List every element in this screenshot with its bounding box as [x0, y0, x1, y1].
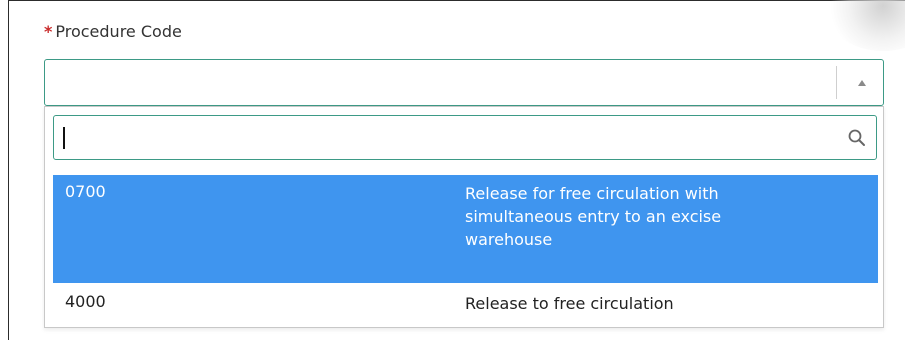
option-description: Release for free circulation with simult… [465, 184, 722, 249]
option-code: 0700 [65, 182, 106, 201]
select-divider [836, 66, 837, 99]
text-cursor [63, 127, 65, 149]
option-description: Release to free circulation [465, 294, 674, 313]
search-icon[interactable] [847, 128, 867, 148]
field-label-text: Procedure Code [55, 22, 182, 41]
option-code: 4000 [65, 292, 106, 311]
procedure-code-label: * Procedure Code [44, 22, 182, 41]
option-row[interactable]: 4000 Release to free circulation [53, 283, 878, 319]
caret-up-icon[interactable] [858, 80, 866, 86]
option-row[interactable]: 0700 Release for free circulation with s… [53, 175, 878, 283]
corner-shadow [823, 0, 905, 51]
required-asterisk: * [44, 22, 53, 41]
option-list: 0700 Release for free circulation with s… [53, 175, 878, 319]
dropdown-menu: 0700 Release for free circulation with s… [44, 106, 884, 328]
search-input[interactable] [60, 124, 844, 153]
procedure-code-select[interactable] [44, 59, 884, 106]
search-field[interactable] [53, 115, 877, 160]
